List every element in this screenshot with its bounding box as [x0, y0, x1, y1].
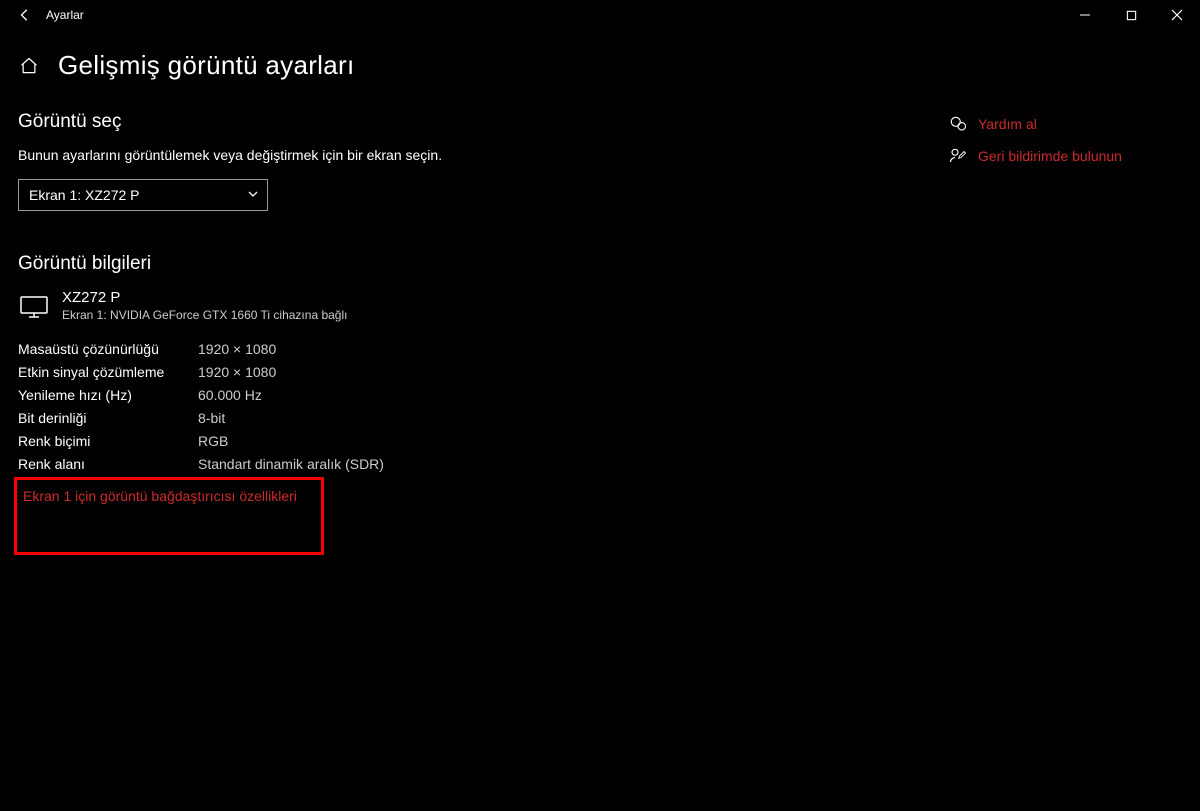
property-value: RGB: [198, 433, 228, 449]
property-value: 1920 × 1080: [198, 341, 276, 357]
feedback-icon: [948, 147, 968, 165]
help-icon: [948, 115, 968, 133]
property-key: Yenileme hızı (Hz): [18, 387, 198, 403]
display-properties-table: Masaüstü çözünürlüğü 1920 × 1080 Etkin s…: [18, 337, 948, 475]
help-link[interactable]: Yardım al: [948, 115, 1200, 133]
table-row: Renk biçimi RGB: [18, 429, 948, 452]
table-row: Bit derinliği 8-bit: [18, 406, 948, 429]
property-value: 8-bit: [198, 410, 225, 426]
property-key: Renk biçimi: [18, 433, 198, 449]
home-icon[interactable]: [18, 55, 40, 77]
display-adapter-properties-link[interactable]: Ekran 1 için görüntü bağdaştırıcısı özel…: [23, 488, 297, 504]
select-display-description: Bunun ayarlarını görüntülemek veya değiş…: [18, 147, 948, 163]
page-title: Gelişmiş görüntü ayarları: [58, 50, 355, 81]
minimize-button[interactable]: [1062, 0, 1108, 30]
table-row: Etkin sinyal çözümleme 1920 × 1080: [18, 360, 948, 383]
feedback-link[interactable]: Geri bildirimde bulunun: [948, 147, 1200, 165]
display-name: XZ272 P: [62, 289, 347, 306]
table-row: Yenileme hızı (Hz) 60.000 Hz: [18, 383, 948, 406]
property-value: 60.000 Hz: [198, 387, 262, 403]
property-key: Masaüstü çözünürlüğü: [18, 341, 198, 357]
back-button[interactable]: [10, 8, 40, 22]
property-value: Standart dinamik aralık (SDR): [198, 456, 384, 472]
maximize-button[interactable]: [1108, 0, 1154, 30]
table-row: Masaüstü çözünürlüğü 1920 × 1080: [18, 337, 948, 360]
monitor-icon: [18, 291, 50, 323]
display-info-title: Görüntü bilgileri: [18, 253, 948, 275]
display-dropdown[interactable]: Ekran 1: XZ272 P: [18, 179, 268, 211]
highlighted-region: Ekran 1 için görüntü bağdaştırıcısı özel…: [14, 477, 324, 555]
select-display-title: Görüntü seç: [18, 111, 948, 133]
close-button[interactable]: [1154, 0, 1200, 30]
feedback-link-label: Geri bildirimde bulunun: [978, 148, 1122, 164]
property-key: Etkin sinyal çözümleme: [18, 364, 198, 380]
chevron-down-icon: [247, 188, 259, 203]
display-dropdown-value: Ekran 1: XZ272 P: [29, 187, 140, 203]
display-connected-to: Ekran 1: NVIDIA GeForce GTX 1660 Ti ciha…: [62, 308, 347, 322]
help-link-label: Yardım al: [978, 116, 1037, 132]
table-row: Renk alanı Standart dinamik aralık (SDR): [18, 452, 948, 475]
property-key: Bit derinliği: [18, 410, 198, 426]
property-key: Renk alanı: [18, 456, 198, 472]
window-title: Ayarlar: [46, 8, 1062, 22]
property-value: 1920 × 1080: [198, 364, 276, 380]
